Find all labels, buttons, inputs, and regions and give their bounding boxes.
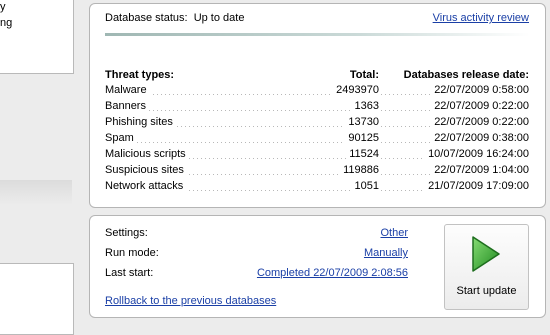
rollback-databases-link[interactable]: Rollback to the previous databases [105, 295, 276, 307]
table-row: Malware 2493970 22/07/2009 0:58:00 [105, 84, 529, 100]
update-settings-panel: Settings: Other Run mode: Manually Last … [89, 215, 546, 318]
threat-total: 1363 [351, 100, 379, 112]
threat-total: 1051 [351, 180, 379, 192]
left-panel-shadow [0, 180, 72, 205]
table-header: Threat types: Total: Databases release d… [105, 69, 529, 84]
run-mode-label: Run mode: [105, 247, 159, 259]
table-row: Suspicious sites 119886 22/07/2009 1:04:… [105, 164, 529, 180]
last-start-label: Last start: [105, 267, 154, 279]
database-status-panel: Database status: Up to date Virus activi… [89, 3, 546, 208]
settings-other-link[interactable]: Other [380, 227, 408, 239]
start-update-button[interactable]: Start update [444, 224, 529, 310]
left-panel-text[interactable]: ng [0, 17, 12, 29]
threat-total: 13730 [345, 116, 379, 128]
green-play-icon [472, 236, 500, 272]
database-status-value: Up to date [193, 12, 245, 24]
settings-label: Settings: [105, 227, 148, 239]
header-separator [105, 33, 530, 36]
start-update-label: Start update [456, 285, 517, 297]
table-row: Banners 1363 22/07/2009 0:22:00 [105, 100, 529, 116]
threat-release-date: 22/07/2009 0:58:00 [431, 84, 529, 96]
table-row: Spam 90125 22/07/2009 0:38:00 [105, 132, 529, 148]
threat-total: 2493970 [333, 84, 379, 96]
left-panel-text[interactable]: y [0, 1, 6, 13]
threat-types-table: Threat types: Total: Databases release d… [105, 69, 529, 196]
virus-activity-review-link[interactable]: Virus activity review [433, 12, 529, 24]
threat-type: Network attacks [105, 180, 187, 192]
threat-type: Banners [105, 100, 149, 112]
release-date-header: Databases release date: [403, 69, 529, 81]
total-header: Total: [349, 69, 379, 81]
threat-total: 119886 [340, 164, 379, 176]
threat-release-date: 21/07/2009 17:09:00 [425, 180, 529, 192]
threat-type: Spam [105, 132, 137, 144]
threat-types-header: Threat types: [105, 69, 175, 81]
threat-release-date: 22/07/2009 1:04:00 [431, 164, 529, 176]
left-navigation-panel: y ng [0, 0, 74, 74]
threat-release-date: 22/07/2009 0:22:00 [431, 116, 529, 128]
table-row: Malicious scripts 11524 10/07/2009 16:24… [105, 148, 529, 164]
threat-release-date: 10/07/2009 16:24:00 [425, 148, 529, 160]
database-status-label: Database status: [105, 12, 188, 24]
threat-total: 90125 [345, 132, 379, 144]
threat-type: Malware [105, 84, 150, 96]
last-start-link[interactable]: Completed 22/07/2009 2:08:56 [257, 267, 408, 279]
threat-total: 11524 [346, 148, 379, 160]
table-row: Phishing sites 13730 22/07/2009 0:22:00 [105, 116, 529, 132]
threat-release-date: 22/07/2009 0:38:00 [431, 132, 529, 144]
table-row: Network attacks 1051 21/07/2009 17:09:00 [105, 180, 529, 196]
threat-type: Suspicious sites [105, 164, 187, 176]
left-lower-panel [0, 263, 74, 335]
database-status: Database status: Up to date [105, 12, 244, 24]
threat-type: Phishing sites [105, 116, 176, 128]
run-mode-link[interactable]: Manually [364, 247, 408, 259]
threat-release-date: 22/07/2009 0:22:00 [431, 100, 529, 112]
threat-type: Malicious scripts [105, 148, 189, 160]
